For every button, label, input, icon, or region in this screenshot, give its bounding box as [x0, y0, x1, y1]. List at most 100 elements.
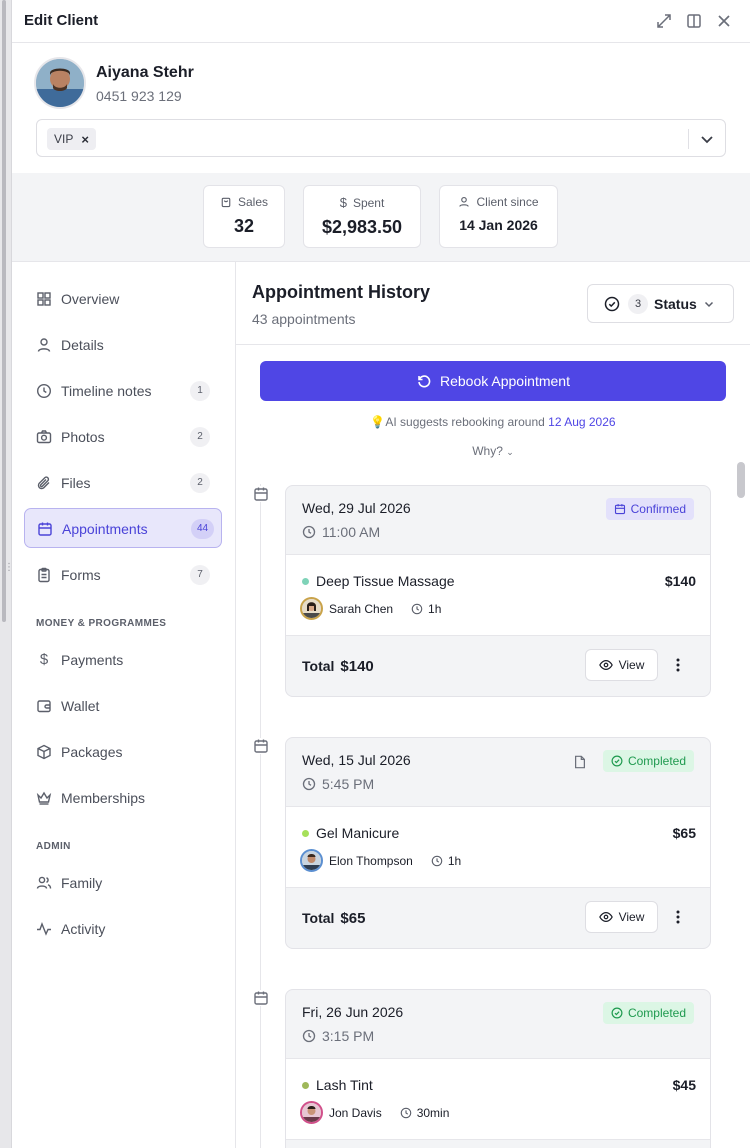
dollar-icon: $ [339, 195, 347, 210]
paperclip-icon [37, 476, 50, 490]
sidebar-item-payments[interactable]: $ Payments [24, 640, 222, 680]
sidebar-item-details[interactable]: Details [24, 325, 222, 365]
close-icon[interactable] [714, 11, 734, 31]
stat-sales-value: 32 [233, 216, 255, 236]
duration-text: 30min [416, 1105, 450, 1120]
appointment-date: Fri, 26 Jun 2026 [302, 1004, 404, 1020]
appointment-card[interactable]: Fri, 26 Jun 2026 3:15 PM Completed Lash … [285, 989, 711, 1148]
chevron-down-icon [704, 301, 714, 308]
eye-icon [598, 912, 613, 922]
crown-icon [36, 791, 52, 805]
status-filter-label: Status [654, 296, 697, 312]
clipboard-icon [38, 567, 50, 583]
sidebar-item-label: Details [61, 337, 104, 353]
calendar-icon [38, 522, 52, 536]
view-button[interactable]: View [585, 649, 658, 681]
appointment-time-text: 5:45 PM [322, 776, 375, 792]
service-price: $140 [664, 573, 696, 589]
clock-icon [431, 855, 443, 866]
calendar-icon [253, 738, 269, 754]
ai-suggestion-date: 12 Aug 2026 [548, 415, 616, 429]
status-filter-button[interactable]: 3 Status [587, 284, 734, 323]
total-label: Total [302, 910, 335, 926]
more-options-icon[interactable] [670, 656, 686, 674]
view-button[interactable]: View [585, 901, 658, 933]
stat-sales: Sales 32 [203, 185, 285, 248]
appointment-time: 3:15 PM [302, 1028, 374, 1044]
appointment-time: 11:00 AM [302, 524, 380, 540]
total-label: Total [302, 658, 335, 674]
bag-icon [221, 197, 231, 208]
tag-label: VIP [54, 132, 74, 146]
stat-spent-value: $2,983.50 [321, 217, 403, 237]
check-circle-icon [611, 755, 623, 767]
sidebar-item-wallet[interactable]: Wallet [24, 686, 222, 726]
staff-name: Elon Thompson [329, 853, 413, 868]
client-tags-select[interactable]: VIP × [36, 119, 726, 157]
sidebar-item-appointments[interactable]: Appointments 44 [24, 508, 222, 548]
staff-name: Jon Davis [329, 1105, 382, 1120]
sidebar-item-label: Activity [61, 921, 106, 937]
appointment-time-text: 3:15 PM [322, 1028, 375, 1044]
left-resize-edge[interactable]: ⋮ [0, 0, 14, 1148]
duration-text: 1h [428, 601, 442, 616]
appointment-card[interactable]: Wed, 29 Jul 2026 11:00 AM Confirmed Deep… [285, 485, 711, 697]
sidebar-item-packages[interactable]: Packages [24, 732, 222, 772]
lightbulb-icon: 💡 [370, 415, 386, 429]
appointment-total: Total $65 [302, 910, 365, 927]
user-icon [37, 338, 51, 352]
remove-tag-icon[interactable]: × [81, 132, 89, 147]
sidebar-item-files[interactable]: Files 2 [24, 463, 222, 503]
sidebar-item-label: Overview [61, 291, 120, 307]
count-badge: 2 [190, 473, 210, 493]
sidebar-item-memberships[interactable]: Memberships [24, 778, 222, 818]
split-view-icon[interactable] [684, 11, 704, 31]
file-icon[interactable] [573, 755, 587, 769]
count-badge: 1 [190, 381, 210, 401]
service-name: Gel Manicure [316, 825, 400, 841]
clock-icon [302, 525, 316, 539]
duration: 1h [411, 602, 441, 616]
sidebar-item-label: Files [61, 475, 91, 491]
appointment-count: 43 appointments [252, 311, 356, 327]
why-toggle[interactable]: Why? ⌄ [236, 444, 750, 458]
sidebar-item-label: Wallet [61, 698, 100, 714]
sidebar-item-timeline-notes[interactable]: Timeline notes 1 [24, 371, 222, 411]
calendar-icon [253, 486, 269, 502]
sidebar-item-activity[interactable]: Activity [24, 909, 222, 949]
content-scrollbar[interactable] [737, 462, 745, 498]
dollar-icon: $ [39, 651, 49, 668]
more-options-icon[interactable] [670, 908, 686, 926]
stat-client-since: Client since 14 Jan 2026 [439, 185, 558, 248]
page-title: Appointment History [252, 282, 430, 302]
appointment-service: Gel Manicure $65 Elon Thompson 1h [286, 806, 710, 888]
ai-suggestion-text: AI suggests rebooking around [385, 415, 545, 429]
rebook-label: Rebook Appointment [440, 373, 570, 389]
appointment-service: Deep Tissue Massage $140 Sarah Chen 1h [286, 554, 710, 636]
page-scrollbar[interactable] [2, 0, 6, 622]
eye-icon [598, 660, 613, 670]
clock-icon [400, 1107, 411, 1118]
appointment-card[interactable]: Wed, 15 Jul 2026 5:45 PM Completed Gel M… [285, 737, 711, 949]
expand-icon[interactable] [654, 11, 674, 31]
sidebar-item-photos[interactable]: Photos 2 [24, 417, 222, 457]
duration-text: 1h [447, 853, 462, 868]
activity-icon [37, 922, 51, 936]
sidebar-item-label: Payments [61, 652, 124, 668]
why-label: Why? [472, 444, 503, 458]
staff-avatar [300, 849, 323, 872]
stat-spent: $ Spent $2,983.50 [303, 185, 421, 248]
staff-name: Sarah Chen [329, 601, 394, 616]
status-filter-count: 3 [628, 294, 648, 314]
sidebar-item-forms[interactable]: Forms 7 [24, 555, 222, 595]
sidebar-item-overview[interactable]: Overview [24, 279, 222, 319]
staff-info: Jon Davis 30min [300, 1101, 449, 1124]
rebook-appointment-button[interactable]: Rebook Appointment [260, 361, 726, 401]
sidebar-item-label: Family [61, 875, 103, 891]
service-name: Deep Tissue Massage [316, 573, 455, 589]
status-badge-label: Confirmed [630, 502, 686, 516]
chevron-down-icon[interactable] [697, 129, 717, 149]
sidebar-item-family[interactable]: Family [24, 863, 222, 903]
staff-info: Elon Thompson 1h [300, 849, 461, 872]
clock-icon [302, 1029, 316, 1043]
